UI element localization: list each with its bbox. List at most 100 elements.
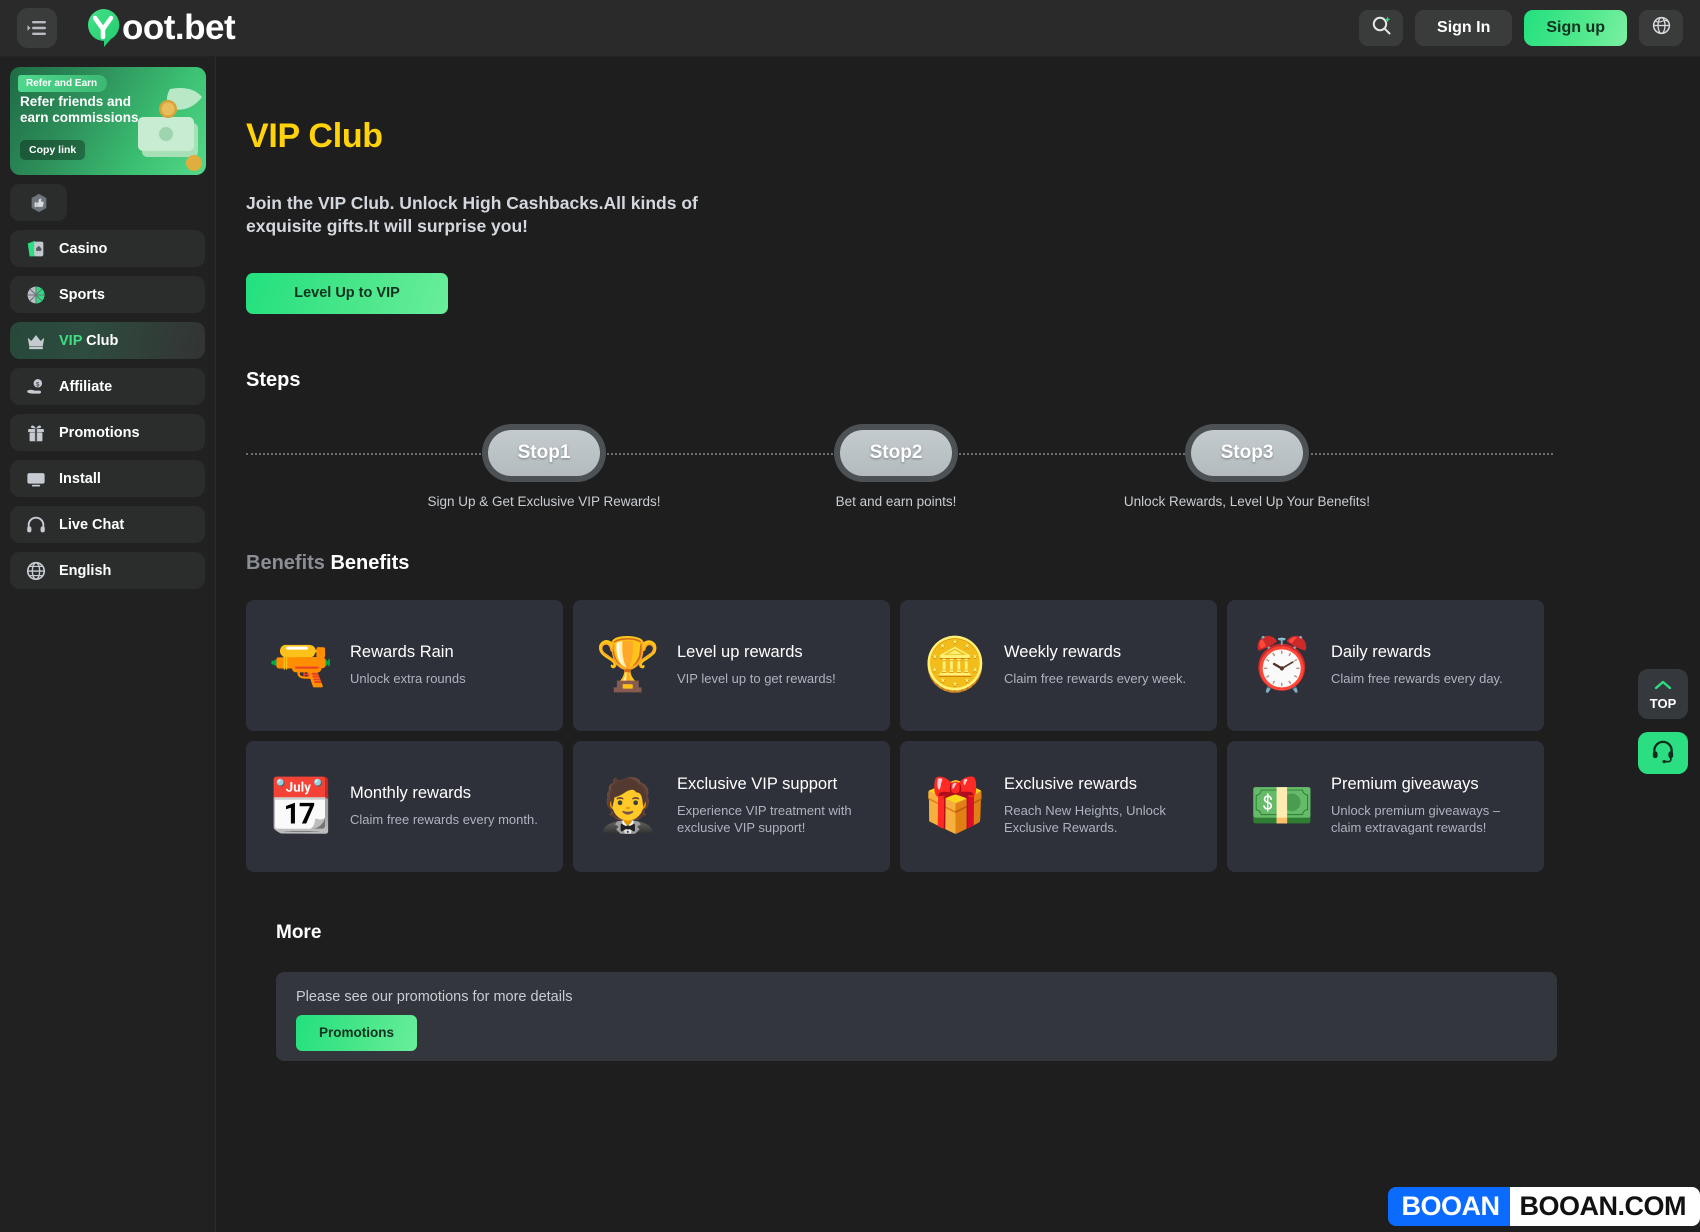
- sidebar-item-promotions[interactable]: Promotions: [10, 414, 205, 451]
- brand-name: oot.bet: [122, 8, 235, 48]
- monitor-icon: [25, 468, 47, 490]
- benefit-card-desc: Unlock premium giveaways – claim extrava…: [1331, 802, 1521, 837]
- step-chip-1-label: Stop1: [488, 430, 600, 476]
- step-caption-1: Sign Up & Get Exclusive VIP Rewards!: [427, 494, 660, 509]
- benefit-card-body: Daily rewards Claim free rewards every d…: [1331, 643, 1503, 687]
- sidebar-item-label: VIP Club: [59, 333, 118, 349]
- sidebar-item-label: Promotions: [59, 425, 140, 441]
- sidebar-item-affiliate[interactable]: $ Affiliate: [10, 368, 205, 405]
- money-box-icon: 💵: [1243, 767, 1321, 845]
- step-chip-2[interactable]: Stop2: [834, 424, 958, 482]
- benefit-card-body: Rewards Rain Unlock extra rounds: [350, 643, 466, 687]
- step-chip-1[interactable]: Stop1: [482, 424, 606, 482]
- back-to-top-button[interactable]: TOP: [1638, 669, 1688, 719]
- step-caption-3: Unlock Rewards, Level Up Your Benefits!: [1124, 494, 1370, 509]
- back-to-top-label: TOP: [1650, 696, 1677, 711]
- page-root: oot.bet Sign In Sign up: [0, 0, 1700, 1232]
- benefit-card[interactable]: 💵 Premium giveaways Unlock premium givea…: [1227, 741, 1544, 872]
- benefit-card[interactable]: 🪙 Weekly rewards Claim free rewards ever…: [900, 600, 1217, 731]
- globe-icon: [25, 560, 47, 582]
- copy-link-button[interactable]: Copy link: [20, 140, 85, 160]
- benefits-heading-main: Benefits: [330, 552, 409, 574]
- promotions-button[interactable]: Promotions: [296, 1015, 417, 1051]
- sidebar-item-label: Sports: [59, 287, 105, 303]
- benefit-card-desc: VIP level up to get rewards!: [677, 670, 836, 688]
- money-illustration-icon: [124, 79, 206, 175]
- trophy-icon: 🏆: [589, 626, 667, 704]
- header-actions: Sign In Sign up: [1359, 10, 1683, 46]
- steps-heading: Steps: [246, 369, 1700, 392]
- search-icon: [1371, 15, 1392, 41]
- sidebar-item-casino[interactable]: Casino: [10, 230, 205, 267]
- benefit-card-body: Weekly rewards Claim free rewards every …: [1004, 643, 1186, 687]
- sidebar-item-vip-club[interactable]: VIP Club: [10, 322, 205, 359]
- benefit-card-title: Level up rewards: [677, 643, 836, 663]
- sidebar-item-label: Live Chat: [59, 517, 124, 533]
- more-text: Please see our promotions for more detai…: [296, 989, 1557, 1005]
- more-heading: More: [276, 922, 1557, 944]
- watermark-right: BOOAN.COM: [1510, 1187, 1700, 1226]
- step-caption-2: Bet and earn points!: [836, 494, 957, 509]
- benefit-card-desc: Claim free rewards every day.: [1331, 670, 1503, 688]
- steps-section: Steps Stop1 Sign Up & Get Exclusive VIP …: [246, 369, 1700, 482]
- top-header: oot.bet Sign In Sign up: [0, 0, 1700, 57]
- hamburger-icon: [27, 20, 47, 36]
- benefit-card-body: Monthly rewards Claim free rewards every…: [350, 784, 538, 828]
- club-text: Club: [82, 333, 118, 349]
- money-gun-icon: 🔫: [262, 626, 340, 704]
- sidebar-item-language[interactable]: English: [10, 552, 205, 589]
- benefit-card-title: Weekly rewards: [1004, 643, 1186, 663]
- basketball-icon: [25, 284, 47, 306]
- alarm-clock-icon: ⏰: [1243, 626, 1321, 704]
- headset-icon: [1650, 738, 1676, 769]
- live-chat-fab[interactable]: [1638, 732, 1688, 774]
- benefit-card-title: Exclusive rewards: [1004, 775, 1194, 795]
- level-up-to-vip-button[interactable]: Level Up to VIP: [246, 273, 448, 314]
- gift-icon: [25, 422, 47, 444]
- benefit-card-title: Premium giveaways: [1331, 775, 1521, 795]
- thumbs-up-icon: [28, 192, 50, 214]
- hand-coin-icon: $: [25, 376, 47, 398]
- hamburger-menu-button[interactable]: [17, 8, 57, 48]
- benefit-card[interactable]: 🏆 Level up rewards VIP level up to get r…: [573, 600, 890, 731]
- benefit-card-body: Exclusive VIP support Experience VIP tre…: [677, 775, 867, 837]
- benefit-card-title: Daily rewards: [1331, 643, 1503, 663]
- sign-in-button[interactable]: Sign In: [1415, 10, 1512, 46]
- language-button[interactable]: [1639, 10, 1683, 46]
- sidebar-item-sports[interactable]: Sports: [10, 276, 205, 313]
- refer-and-earn-card[interactable]: Refer and Earn Refer friends and earn co…: [10, 67, 206, 175]
- main-content: VIP Club Join the VIP Club. Unlock High …: [216, 57, 1700, 1232]
- benefit-card[interactable]: 🤵 Exclusive VIP support Experience VIP t…: [573, 741, 890, 872]
- sidebar-item-install[interactable]: Install: [10, 460, 205, 497]
- benefits-heading: Benefits Benefits: [246, 552, 1700, 575]
- benefit-card-desc: Claim free rewards every week.: [1004, 670, 1186, 688]
- benefit-card-desc: Claim free rewards every month.: [350, 811, 538, 829]
- step-chip-3-label: Stop3: [1191, 430, 1303, 476]
- step-chip-3[interactable]: Stop3: [1185, 424, 1309, 482]
- sidebar-item-favorites[interactable]: [10, 184, 67, 221]
- benefit-card[interactable]: 📆 Monthly rewards Claim free rewards eve…: [246, 741, 563, 872]
- y-mark-icon: [84, 7, 124, 49]
- crown-icon: [25, 330, 47, 352]
- left-sidebar: Refer and Earn Refer friends and earn co…: [0, 57, 216, 1232]
- benefit-card[interactable]: 🔫 Rewards Rain Unlock extra rounds: [246, 600, 563, 731]
- sign-up-button[interactable]: Sign up: [1524, 10, 1627, 46]
- sidebar-item-label: Install: [59, 471, 101, 487]
- benefit-card-body: Level up rewards VIP level up to get rew…: [677, 643, 836, 687]
- benefit-card-title: Rewards Rain: [350, 643, 466, 663]
- cards-icon: [25, 238, 47, 260]
- vip-agent-icon: 🤵: [589, 767, 667, 845]
- watermark: BOOAN BOOAN.COM: [1388, 1184, 1700, 1228]
- sidebar-item-label: Affiliate: [59, 379, 112, 395]
- watermark-left: BOOAN: [1388, 1187, 1510, 1226]
- sidebar-item-live-chat[interactable]: Live Chat: [10, 506, 205, 543]
- benefit-card-title: Monthly rewards: [350, 784, 538, 804]
- benefit-card-body: Premium giveaways Unlock premium giveawa…: [1331, 775, 1521, 837]
- brand-logo[interactable]: oot.bet: [84, 7, 235, 49]
- gift-box-icon: 🎁: [916, 767, 994, 845]
- benefit-card[interactable]: 🎁 Exclusive rewards Reach New Heights, U…: [900, 741, 1217, 872]
- more-panel: Please see our promotions for more detai…: [276, 972, 1557, 1061]
- search-button[interactable]: [1359, 10, 1403, 46]
- benefit-card-desc: Unlock extra rounds: [350, 670, 466, 688]
- benefit-card[interactable]: ⏰ Daily rewards Claim free rewards every…: [1227, 600, 1544, 731]
